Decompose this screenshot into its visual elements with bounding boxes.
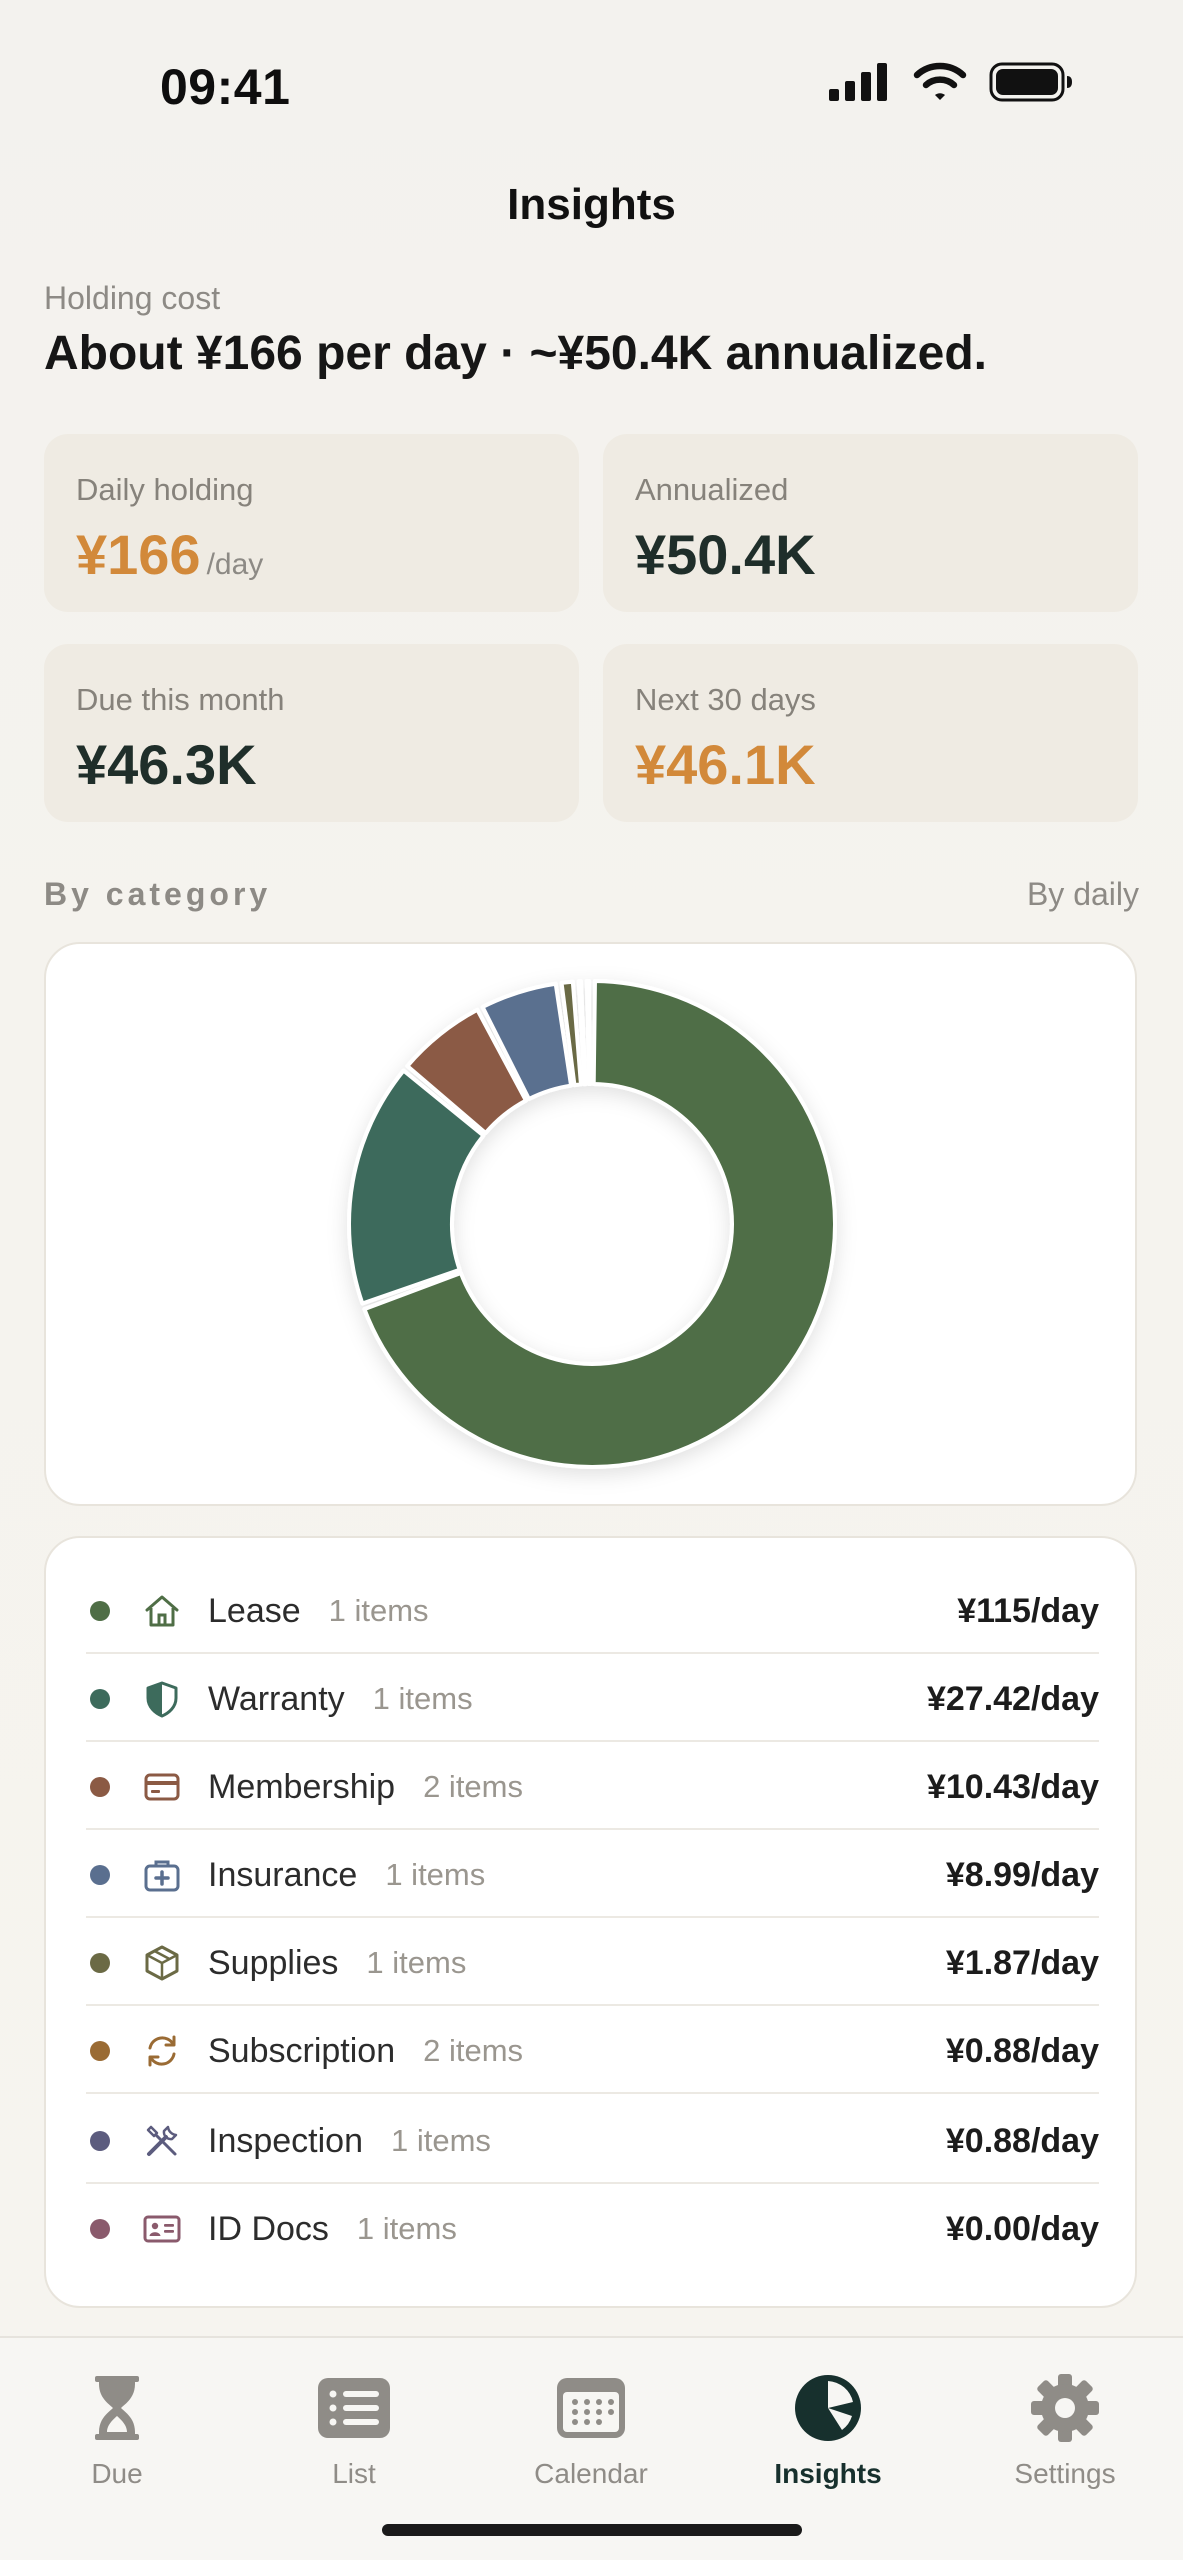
- tab-label: List: [332, 2458, 376, 2489]
- stat-label: Next 30 days: [635, 682, 816, 717]
- category-name: Insurance: [208, 1855, 358, 1894]
- pie-chart-icon: [795, 2375, 861, 2441]
- category-row-supplies[interactable]: Supplies 1 items ¥1.87/day: [86, 1920, 1099, 2006]
- category-name: Lease: [208, 1591, 301, 1630]
- category-row-warranty[interactable]: Warranty 1 items ¥27.42/day: [86, 1656, 1099, 1742]
- category-daily-amount: ¥8.99/day: [945, 1855, 1099, 1894]
- cellular-signal-icon: [829, 63, 887, 101]
- tab-label: Due: [91, 2458, 143, 2489]
- stat-value: ¥46.1K: [635, 733, 816, 796]
- battery-icon: [989, 62, 1072, 102]
- category-daily-amount: ¥0.88/day: [945, 2031, 1099, 2070]
- refresh-icon: [140, 2029, 184, 2073]
- card-icon: [140, 1765, 184, 1809]
- stat-value: ¥50.4K: [635, 523, 816, 586]
- category-daily-amount: ¥10.43/day: [926, 1767, 1099, 1806]
- tab-settings[interactable]: Settings: [965, 2358, 1165, 2508]
- category-item-count: 2 items: [423, 1769, 523, 1804]
- box-icon: [140, 1941, 184, 1985]
- holding-cost-summary: About ¥166 per day · ~¥50.4K annualized.: [44, 327, 987, 380]
- donut-slice-inspection[interactable]: [584, 979, 593, 1087]
- category-daily-amount: ¥27.42/day: [926, 1679, 1099, 1718]
- category-name: Subscription: [208, 2031, 396, 2070]
- category-item-count: 1 items: [372, 1681, 473, 1716]
- category-color-dot: [90, 1689, 110, 1709]
- tab-label: Insights: [774, 2458, 882, 2489]
- category-row-membership[interactable]: Membership 2 items ¥10.43/day: [86, 1744, 1099, 1830]
- stat-card-annualized: Annualized ¥50.4K: [603, 434, 1138, 612]
- tab-list[interactable]: List: [254, 2358, 454, 2508]
- category-color-dot: [90, 1865, 110, 1885]
- tab-insights[interactable]: Insights: [728, 2358, 928, 2508]
- category-daily-amount: ¥0.88/day: [945, 2121, 1099, 2160]
- page-title: Insights: [507, 180, 676, 229]
- tab-calendar[interactable]: Calendar: [491, 2358, 691, 2508]
- category-donut-chart: [347, 979, 837, 1469]
- category-item-count: 2 items: [423, 2033, 524, 2068]
- category-color-dot: [90, 2131, 110, 2151]
- list-icon: [318, 2378, 390, 2438]
- category-name: Inspection: [208, 2121, 363, 2160]
- category-row-subscription[interactable]: Subscription 2 items ¥0.88/day: [86, 2008, 1099, 2094]
- hourglass-icon: [95, 2376, 139, 2440]
- shield-icon: [140, 1677, 184, 1721]
- category-color-dot: [90, 1953, 110, 1973]
- medkit-icon: [140, 1853, 184, 1897]
- stat-label: Annualized: [635, 472, 789, 507]
- status-icons: [829, 62, 1073, 102]
- category-color-dot: [90, 1777, 110, 1797]
- id-card-icon: [140, 2207, 184, 2251]
- category-item-count: 1 items: [385, 1857, 486, 1892]
- category-chart-card: [44, 942, 1137, 1506]
- stat-label: Due this month: [76, 682, 285, 717]
- category-name: ID Docs: [208, 2209, 329, 2248]
- category-daily-amount: ¥1.87/day: [945, 1943, 1099, 1982]
- tools-icon: [140, 2119, 184, 2163]
- category-row-insurance[interactable]: Insurance 1 items ¥8.99/day: [86, 1832, 1099, 1918]
- category-name: Membership: [208, 1767, 396, 1806]
- status-bar: 09:41: [0, 0, 1183, 150]
- sort-by-daily-button[interactable]: By daily: [1027, 876, 1139, 913]
- holding-cost-label: Holding cost: [44, 280, 221, 316]
- category-row-id-docs[interactable]: ID Docs 1 items ¥0.00/day: [86, 2186, 1099, 2272]
- category-color-dot: [90, 2219, 110, 2239]
- stat-value: ¥166/day: [76, 522, 263, 587]
- stat-value-amount: ¥166: [76, 523, 201, 586]
- category-name: Warranty: [208, 1679, 345, 1718]
- gear-icon: [1031, 2374, 1099, 2442]
- stat-value: ¥46.3K: [76, 733, 257, 796]
- category-item-count: 1 items: [366, 1945, 467, 1980]
- section-title: By category: [44, 876, 272, 912]
- category-item-count: 1 items: [391, 2123, 491, 2158]
- stat-card-daily-holding: Daily holding ¥166/day: [44, 434, 579, 612]
- stat-label: Daily holding: [76, 472, 254, 507]
- category-row-lease[interactable]: Lease 1 items ¥115/day: [86, 1568, 1099, 1654]
- category-item-count: 1 items: [328, 1593, 429, 1628]
- stat-card-due-this-month: Due this month ¥46.3K: [44, 644, 579, 822]
- tab-due[interactable]: Due: [17, 2358, 217, 2508]
- category-color-dot: [90, 2041, 110, 2061]
- house-icon: [140, 1589, 184, 1633]
- calendar-icon: [557, 2378, 625, 2438]
- category-daily-amount: ¥115/day: [957, 1591, 1099, 1630]
- category-name: Supplies: [208, 1943, 339, 1982]
- stat-card-next-30-days: Next 30 days ¥46.1K: [603, 644, 1138, 822]
- tab-label: Settings: [1014, 2458, 1116, 2489]
- category-list-card: Lease 1 items ¥115/day Warranty 1 items ¥27.4…: [44, 1536, 1137, 2308]
- status-time: 09:41: [160, 59, 291, 115]
- stat-value-unit: /day: [206, 548, 264, 581]
- category-item-count: 1 items: [356, 2211, 457, 2246]
- home-indicator: [382, 2524, 802, 2536]
- category-daily-amount: ¥0.00/day: [945, 2209, 1099, 2248]
- category-color-dot: [90, 1601, 110, 1621]
- wifi-icon: [913, 62, 967, 100]
- category-row-inspection[interactable]: Inspection 1 items ¥0.88/day: [86, 2098, 1099, 2184]
- tab-label: Calendar: [534, 2458, 648, 2489]
